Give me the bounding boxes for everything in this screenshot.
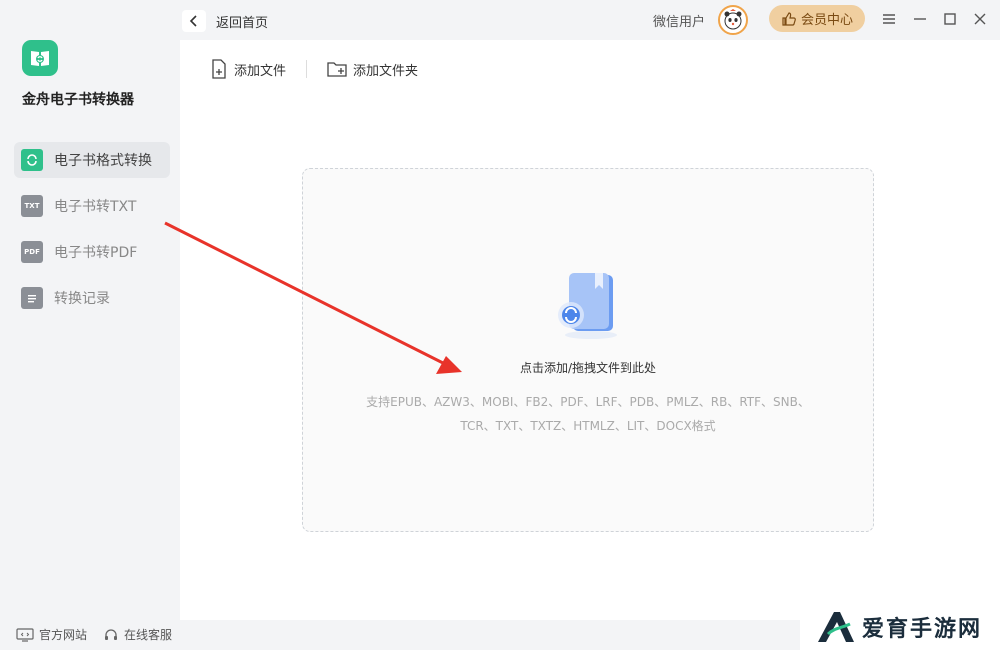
drop-zone-title: 点击添加/拖拽文件到此处: [519, 361, 657, 375]
online-support-label: 在线客服: [124, 628, 173, 642]
user-name[interactable]: 微信用户: [653, 11, 705, 30]
watermark-text: 爱育手游网: [862, 617, 983, 642]
back-home-link[interactable]: 返回首页: [216, 12, 268, 31]
monitor-icon: [16, 627, 34, 642]
close-icon: [974, 13, 986, 25]
supported-formats-line-1: 支持EPUB、AZW3、MOBI、FB2、PDF、LRF、PDB、PMLZ、RB…: [366, 395, 810, 409]
toolbar: 添加文件 添加文件夹: [210, 59, 418, 79]
official-website-label: 官方网站: [39, 628, 88, 642]
menu-button[interactable]: [879, 9, 899, 29]
book-refresh-icon: [31, 51, 49, 66]
main-panel: 添加文件 添加文件夹 点击添加/拖拽文件到此处 支持EPUB、AZW3、MOBI…: [180, 40, 1000, 620]
app-logo: [22, 40, 58, 76]
back-button[interactable]: [182, 10, 206, 32]
online-support-link[interactable]: 在线客服: [103, 626, 172, 643]
maximize-icon: [944, 13, 956, 25]
add-folder-label: 添加文件夹: [353, 63, 419, 79]
watermark: 爱育手游网: [800, 604, 1000, 650]
minimize-button[interactable]: [910, 9, 930, 29]
sidebar-item-label: 电子书转PDF: [54, 245, 138, 261]
ebook-convert-icon: [558, 273, 617, 339]
sidebar-item-label: 电子书转TXT: [54, 199, 137, 215]
supported-formats-line-2: TCR、TXT、TXTZ、HTMLZ、LIT、DOCX格式: [460, 419, 716, 433]
thumbs-up-icon: [782, 11, 796, 26]
panda-avatar-icon: [724, 9, 742, 30]
sidebar-item-format-convert[interactable]: 电子书格式转换: [14, 142, 170, 178]
chevron-left-icon: [189, 15, 197, 27]
book-illustration: [553, 269, 625, 345]
avatar[interactable]: [718, 5, 748, 35]
sidebar-nav: 电子书格式转换 TXT 电子书转TXT PDF 电子书转PDF 转换记录: [14, 142, 170, 326]
sidebar-footer: 官方网站 在线客服: [16, 626, 172, 643]
add-file-icon: [212, 59, 226, 79]
sidebar-item-label: 转换记录: [54, 291, 110, 307]
sidebar-item-label: 电子书格式转换: [54, 153, 152, 169]
add-folder-button[interactable]: 添加文件夹: [327, 60, 418, 79]
app-name: 金舟电子书转换器: [22, 92, 134, 108]
watermark-logo: [818, 612, 854, 642]
refresh-icon: [21, 149, 43, 171]
txt-icon: TXT: [21, 195, 43, 217]
vip-center-button[interactable]: 会员中心: [769, 5, 865, 32]
supported-formats: 支持EPUB、AZW3、MOBI、FB2、PDF、LRF、PDB、PMLZ、RB…: [343, 390, 833, 438]
vip-center-label: 会员中心: [800, 13, 853, 28]
add-file-label: 添加文件: [234, 63, 287, 79]
sidebar-item-to-pdf[interactable]: PDF 电子书转PDF: [14, 234, 170, 270]
file-drop-zone[interactable]: 点击添加/拖拽文件到此处 支持EPUB、AZW3、MOBI、FB2、PDF、LR…: [302, 168, 874, 532]
add-folder-icon: [327, 62, 347, 77]
sidebar-item-history[interactable]: 转换记录: [14, 280, 170, 316]
maximize-button[interactable]: [940, 9, 960, 29]
add-file-button[interactable]: 添加文件: [210, 59, 286, 79]
hamburger-icon: [883, 14, 895, 24]
pdf-icon: PDF: [21, 241, 43, 263]
close-button[interactable]: [970, 9, 990, 29]
record-icon: [21, 287, 43, 309]
minimize-icon: [914, 18, 926, 20]
official-website-link[interactable]: 官方网站: [16, 626, 87, 643]
sidebar-item-to-txt[interactable]: TXT 电子书转TXT: [14, 188, 170, 224]
sidebar: 金舟电子书转换器 电子书格式转换 TXT 电子书转TXT PDF 电子书转PDF: [0, 0, 180, 650]
headset-icon: [105, 628, 118, 640]
toolbar-divider: [306, 60, 308, 78]
title-bar: 返回首页 微信用户 会员中心: [180, 0, 1000, 40]
